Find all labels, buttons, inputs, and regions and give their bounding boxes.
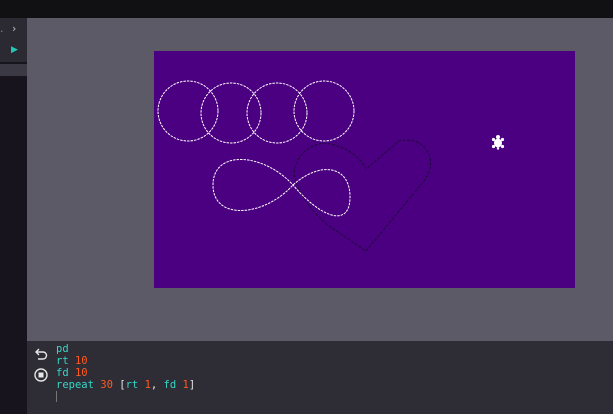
drawing-svg (157, 80, 505, 252)
code-token: ] (188, 379, 196, 391)
top-bar (0, 0, 613, 18)
code-token: 10 (74, 367, 88, 379)
code-token: [ (112, 379, 126, 391)
code-editor[interactable]: pd rt 10 fd 10 repeat 30 [rt 1, fd 1] (27, 341, 613, 414)
code-token: , (150, 379, 164, 391)
sidebar-row-run[interactable]: ▶ (0, 40, 27, 62)
code-token: rt (125, 379, 139, 391)
code-line[interactable]: fd 10 (56, 367, 195, 379)
circle-drawing-4 (293, 80, 355, 142)
code-token: repeat (56, 379, 94, 391)
stop-icon[interactable] (33, 367, 49, 383)
circle-drawing-1 (157, 80, 219, 142)
dot-icon: . (0, 22, 4, 35)
text-caret (56, 391, 57, 402)
code-token: 30 (100, 379, 113, 391)
code-line[interactable]: repeat 30 [rt 1, fd 1] (56, 379, 195, 391)
code-token: pd (56, 343, 69, 355)
code-line[interactable]: rt 10 (56, 355, 195, 367)
circle-drawing-2 (200, 82, 262, 144)
sidebar-row-divider (0, 64, 27, 76)
turtle-icon (491, 135, 505, 150)
code-line[interactable]: pd (56, 343, 195, 355)
code-text[interactable]: pd rt 10 fd 10 repeat 30 [rt 1, fd 1] (56, 343, 195, 391)
chevron-right-icon[interactable]: › (12, 23, 16, 34)
code-token: 10 (74, 355, 88, 367)
turtle-canvas[interactable] (154, 51, 575, 288)
play-icon[interactable]: ▶ (11, 46, 18, 55)
code-token: fd (163, 379, 177, 391)
code-token: fd (56, 367, 69, 379)
undo-icon[interactable] (33, 346, 49, 362)
sidebar: › . ▶ (0, 18, 27, 414)
heart-drawing (293, 139, 431, 252)
editor-gutter (27, 341, 54, 414)
code-token: rt (56, 355, 69, 367)
infinity-drawing (212, 159, 351, 217)
sidebar-row-chevron[interactable]: › . (0, 18, 27, 40)
circle-drawing-3 (246, 82, 308, 144)
